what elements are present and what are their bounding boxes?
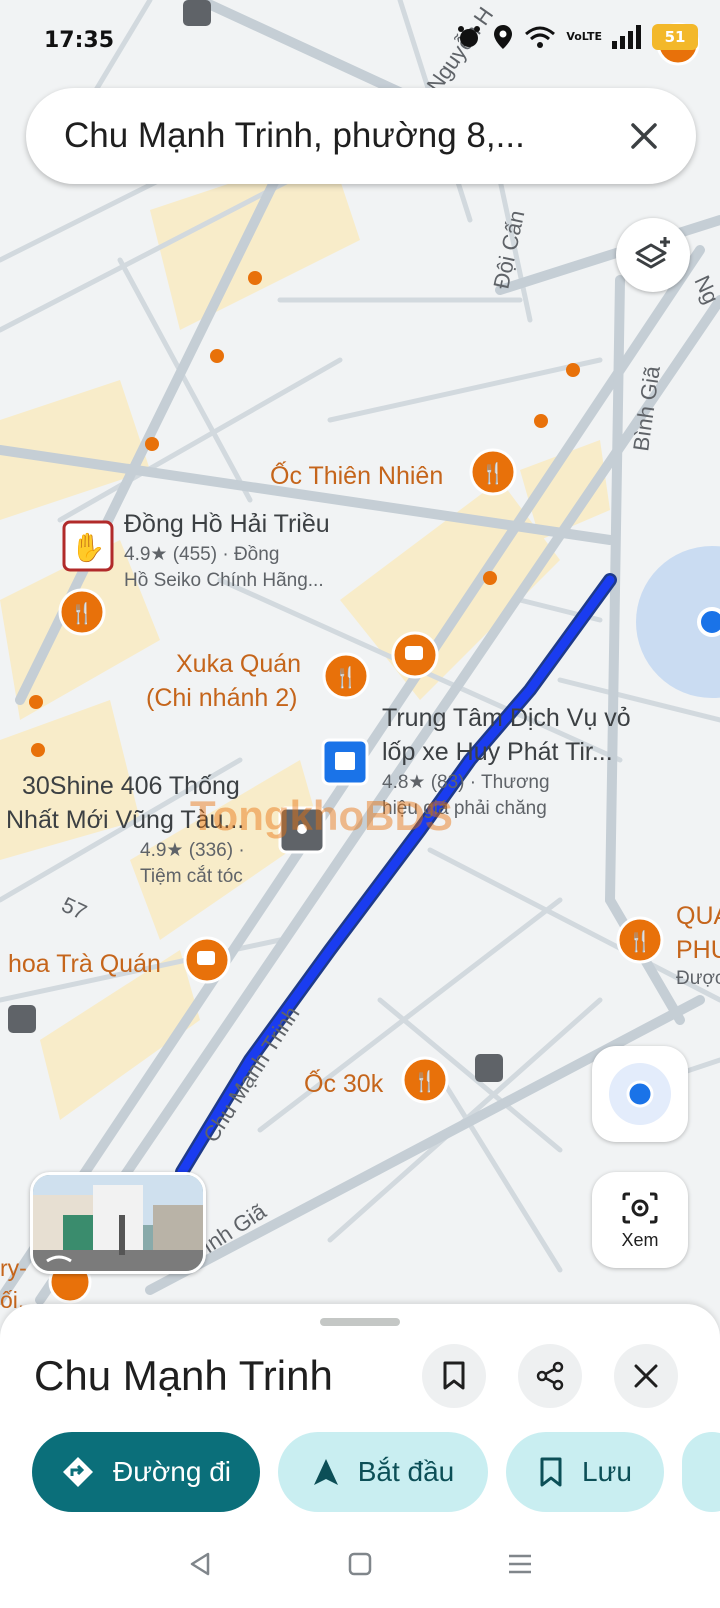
my-location-icon (609, 1063, 671, 1125)
more-chip-button[interactable] (682, 1432, 720, 1512)
bookmark-icon (443, 1361, 465, 1390)
wifi-icon (525, 26, 556, 48)
directions-icon (62, 1457, 93, 1487)
status-time: 17:35 (44, 28, 115, 53)
search-input[interactable]: Chu Mạnh Trinh, phường 8,... (64, 116, 622, 156)
lens-label: Xem (621, 1229, 659, 1250)
place-hoa-tra-quan[interactable]: hoa Trà Quán (8, 950, 161, 978)
svg-text:✋: ✋ (71, 531, 106, 564)
place-qua-line2: PHU (676, 936, 720, 964)
system-nav-bar (0, 1520, 720, 1608)
place-huy-phat-line2: lốp xe Huy Phát Tir... (382, 738, 613, 766)
bookmark-icon (540, 1457, 562, 1487)
back-icon[interactable] (186, 1550, 214, 1578)
directions-label: Đường đi (112, 1456, 232, 1487)
share-icon (536, 1361, 564, 1391)
home-icon[interactable] (346, 1550, 374, 1578)
status-bar: 17:35 VoLTE 51 (0, 0, 720, 80)
place-title: Chu Mạnh Trinh (34, 1352, 333, 1399)
place-qua-subtitle: Được (676, 968, 720, 989)
svg-text:🍴: 🍴 (628, 929, 653, 953)
close-sheet-button[interactable] (614, 1344, 678, 1408)
signal-icon (612, 25, 641, 49)
layers-button[interactable] (616, 218, 690, 292)
street-view-thumbnail[interactable] (30, 1172, 206, 1274)
place-ry[interactable]: ry- (0, 1255, 27, 1281)
place-dong-ho-hai-trieu[interactable]: Đồng Hồ Hải Triều (124, 510, 330, 538)
place-qua[interactable]: QUA (676, 902, 720, 930)
place-dong-ho-rating: 4.9★ (455) · Đồng (124, 544, 279, 565)
svg-text:🍴: 🍴 (481, 461, 506, 485)
start-button[interactable]: Bắt đầu (278, 1432, 488, 1512)
bookmark-button[interactable] (422, 1344, 486, 1408)
sheet-drag-handle[interactable] (320, 1318, 400, 1326)
place-oc-thien-nhien[interactable]: Ốc Thiên Nhiên (270, 460, 443, 490)
place-30shine-rating: 4.9★ (336) · (140, 840, 245, 861)
alarm-icon (458, 26, 481, 47)
close-icon[interactable] (622, 114, 666, 158)
place-xuka-quan[interactable]: Xuka Quán (176, 650, 301, 678)
watermark: TongkhoBDS (190, 792, 453, 839)
save-button[interactable]: Lưu (506, 1432, 664, 1512)
start-label: Bắt đầu (357, 1456, 455, 1487)
volte-icon: VoLTE (566, 30, 602, 43)
status-icons: VoLTE 51 (456, 24, 698, 50)
lens-button[interactable]: Xem (592, 1172, 688, 1268)
layers-icon (635, 237, 670, 269)
svg-text:🍴: 🍴 (70, 601, 95, 625)
place-huy-phat-rating: 4.8★ (83) · Thương (382, 772, 550, 793)
place-huy-phat[interactable]: Trung Tâm Dịch Vụ vỏ (382, 704, 631, 732)
svg-text:🍴: 🍴 (334, 665, 359, 689)
place-dong-ho-subtitle: Hồ Seiko Chính Hãng... (124, 570, 324, 591)
location-icon (494, 25, 513, 49)
my-location-button[interactable] (592, 1046, 688, 1142)
svg-text:🍴: 🍴 (413, 1069, 438, 1093)
recents-icon[interactable] (506, 1550, 534, 1578)
share-button[interactable] (518, 1344, 582, 1408)
place-oc-30k[interactable]: Ốc 30k (304, 1068, 384, 1098)
place-xuka-quan-branch: (Chi nhánh 2) (146, 684, 297, 712)
battery-icon: 51 (652, 24, 698, 50)
close-icon (634, 1364, 658, 1388)
save-label: Lưu (582, 1456, 632, 1487)
place-30shine-subtitle: Tiệm cắt tóc (140, 865, 243, 887)
camera-lens-icon (622, 1192, 658, 1223)
navigation-arrow-icon (313, 1459, 338, 1485)
search-bar[interactable]: Chu Mạnh Trinh, phường 8,... (26, 88, 696, 184)
directions-button[interactable]: Đường đi (32, 1432, 260, 1512)
